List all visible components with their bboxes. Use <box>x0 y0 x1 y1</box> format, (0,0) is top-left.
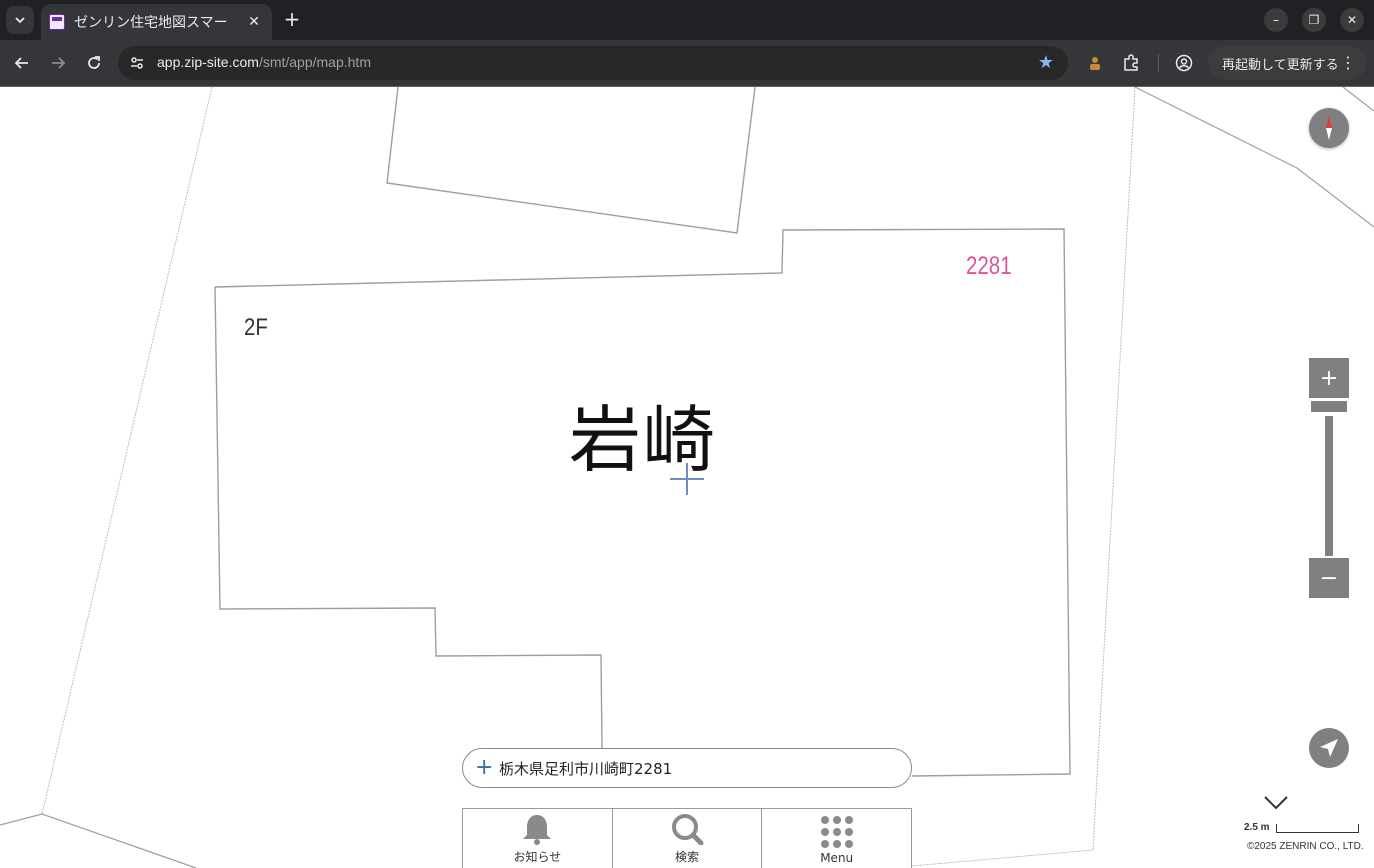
restore-button[interactable]: ❐ <box>1302 8 1326 32</box>
minimize-button[interactable]: – <box>1264 8 1288 32</box>
reload-button[interactable] <box>81 50 107 76</box>
extensions-puzzle-icon[interactable] <box>1120 52 1142 74</box>
menu-label-search: 検索 <box>675 850 700 864</box>
toolbar-separator <box>1158 54 1159 72</box>
scale-label: 2.5 m <box>1244 822 1270 833</box>
arrow-left-icon <box>14 57 28 69</box>
address-text: 栃木県足利市川崎町2281 <box>499 759 673 778</box>
menu-item-search[interactable]: 検索 <box>613 809 763 868</box>
relaunch-update-button[interactable]: 再起動して更新する ⋮ <box>1208 46 1366 80</box>
bell-icon <box>523 815 552 845</box>
more-menu-icon[interactable]: ⋮ <box>1340 53 1356 72</box>
floor-label: 2F <box>244 314 268 341</box>
scale-bar <box>1276 824 1359 833</box>
menu-label-notifications: お知らせ <box>513 850 562 864</box>
profile-icon[interactable] <box>1173 52 1195 74</box>
close-window-button[interactable]: ✕ <box>1340 8 1364 32</box>
address-display[interactable]: + 栃木県足利市川崎町2281 <box>462 748 912 788</box>
zoom-slider-handle[interactable] <box>1311 401 1347 412</box>
url-text: app.zip-site.com/smt/app/map.htm <box>157 54 371 70</box>
tab-title: ゼンリン住宅地図スマー <box>74 15 228 31</box>
center-crosshair-icon <box>670 463 704 495</box>
lot-number-label: 2281 <box>966 252 1012 280</box>
relaunch-update-label: 再起動して更新する <box>1222 57 1339 73</box>
forward-button[interactable] <box>45 50 71 76</box>
browser-tab[interactable]: ゼンリン住宅地図スマー ✕ <box>41 4 272 40</box>
grid-menu-icon <box>820 816 853 848</box>
current-location-button[interactable] <box>1309 728 1349 768</box>
copyright-text: ©2025 ZENRIN CO., LTD. <box>1247 841 1364 852</box>
browser-toolbar: app.zip-site.com/smt/app/map.htm ★ 再起動して… <box>0 40 1374 87</box>
plus-icon: + <box>475 755 494 780</box>
zoom-slider-track[interactable] <box>1325 416 1333 556</box>
compass-needle-icon <box>1326 116 1332 140</box>
back-button[interactable] <box>9 50 35 76</box>
tab-close-icon[interactable]: ✕ <box>246 14 262 30</box>
url-host: app.zip-site.com <box>157 54 259 70</box>
menu-label-menu: Menu <box>820 851 854 865</box>
zoom-out-button[interactable]: − <box>1309 558 1349 598</box>
bookmark-star-icon[interactable]: ★ <box>1038 52 1054 73</box>
chevron-down-icon <box>15 17 25 24</box>
tab-strip: ゼンリン住宅地図スマー ✕ + – ❐ ✕ <box>0 0 1374 40</box>
search-icon <box>672 814 704 845</box>
favicon-icon <box>49 14 65 30</box>
menu-item-menu[interactable]: Menu <box>762 809 911 868</box>
map-canvas[interactable]: 2281 2F 岩崎 + − + 栃木県足利市川崎町2281 お知らせ 検索 M… <box>0 87 1374 868</box>
location-arrow-icon <box>1320 739 1338 757</box>
compass-button[interactable] <box>1309 108 1349 148</box>
reload-icon <box>88 56 100 69</box>
extension-avatar-icon[interactable] <box>1084 52 1106 74</box>
address-bar[interactable]: app.zip-site.com/smt/app/map.htm ★ <box>118 46 1068 80</box>
menu-item-notifications[interactable]: お知らせ <box>463 809 613 868</box>
site-info-icon[interactable] <box>128 54 146 72</box>
url-path: /smt/app/map.htm <box>258 54 371 70</box>
chevron-down-icon[interactable] <box>1262 794 1290 812</box>
tab-search-button[interactable] <box>6 6 34 34</box>
zoom-in-button[interactable]: + <box>1309 358 1349 398</box>
arrow-right-icon <box>52 57 66 69</box>
bottom-menu: お知らせ 検索 Menu <box>462 808 912 868</box>
new-tab-button[interactable]: + <box>281 7 303 31</box>
